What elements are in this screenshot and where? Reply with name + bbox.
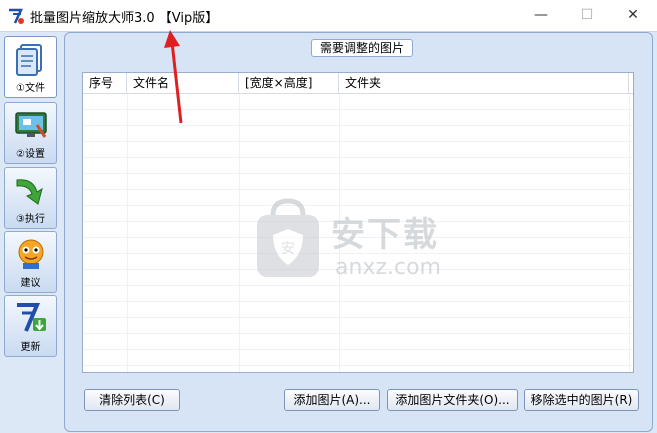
close-icon: ✕ — [627, 7, 639, 23]
sidebar-item-label: ③执行 — [16, 214, 45, 225]
sidebar-item-execute[interactable]: ③执行 — [4, 167, 57, 229]
watermark: 安 安下载 anxz.com — [253, 193, 483, 303]
maximize-button[interactable]: ☐ — [564, 0, 610, 30]
list-header: 序号 文件名 [宽度×高度] 文件夹 — [83, 73, 633, 94]
sidebar-item-update[interactable]: 更新 — [4, 295, 57, 357]
sidebar-item-label: ①文件 — [16, 83, 45, 94]
update-icon — [16, 303, 46, 332]
sidebar-item-file[interactable]: ①文件 — [4, 36, 57, 98]
column-header-filler — [629, 73, 633, 94]
column-header-dimensions[interactable]: [宽度×高度] — [239, 73, 339, 94]
minimize-icon: — — [534, 7, 548, 23]
add-folder-button[interactable]: 添加图片文件夹(O)... — [387, 389, 518, 411]
column-header-filename[interactable]: 文件名 — [127, 73, 239, 94]
column-divider — [629, 94, 630, 372]
column-divider — [239, 94, 240, 372]
maximize-icon: ☐ — [580, 7, 594, 23]
settings-icon — [14, 112, 47, 138]
column-header-folder[interactable]: 文件夹 — [339, 73, 629, 94]
sidebar-item-label: 更新 — [20, 342, 41, 353]
watermark-text: 安下载 — [331, 215, 439, 255]
title-bar: 批量图片缩放大师3.0 【Vip版】 — ☐ ✕ — [0, 0, 657, 31]
shield-bag-icon: 安 — [257, 198, 319, 277]
minimize-button[interactable]: — — [518, 0, 564, 30]
group-title: 需要调整的图片 — [311, 39, 413, 57]
window-body: ①文件 ②设置 ③执行 建议 更新 需要调整的图片 序号 文件名 [宽度×高度]… — [0, 31, 657, 433]
svg-text:安: 安 — [281, 241, 295, 257]
sidebar-item-settings[interactable]: ②设置 — [4, 102, 57, 164]
sidebar-item-label: 建议 — [20, 278, 41, 289]
suggestion-mascot-icon — [18, 239, 43, 269]
image-list-panel: 需要调整的图片 序号 文件名 [宽度×高度] 文件夹 安 安下载 anxz.co… — [64, 32, 653, 432]
close-button[interactable]: ✕ — [610, 0, 656, 30]
remove-selected-button[interactable]: 移除选中的图片(R) — [524, 389, 639, 411]
image-list[interactable]: 序号 文件名 [宽度×高度] 文件夹 安 安下载 anxz.com — [82, 72, 634, 373]
add-image-button[interactable]: 添加图片(A)... — [284, 389, 380, 411]
window-title: 批量图片缩放大师3.0 【Vip版】 — [30, 11, 219, 26]
sidebar-item-label: ②设置 — [16, 149, 45, 160]
app-logo-icon — [9, 8, 24, 24]
clear-list-button[interactable]: 清除列表(C) — [84, 389, 180, 411]
sidebar: ①文件 ②设置 ③执行 建议 更新 — [0, 32, 62, 433]
column-header-index[interactable]: 序号 — [83, 73, 127, 94]
column-divider — [127, 94, 128, 372]
document-icon — [15, 44, 42, 76]
execute-arrow-icon — [16, 179, 43, 205]
sidebar-item-suggestion[interactable]: 建议 — [4, 231, 57, 293]
watermark-domain: anxz.com — [335, 255, 441, 280]
